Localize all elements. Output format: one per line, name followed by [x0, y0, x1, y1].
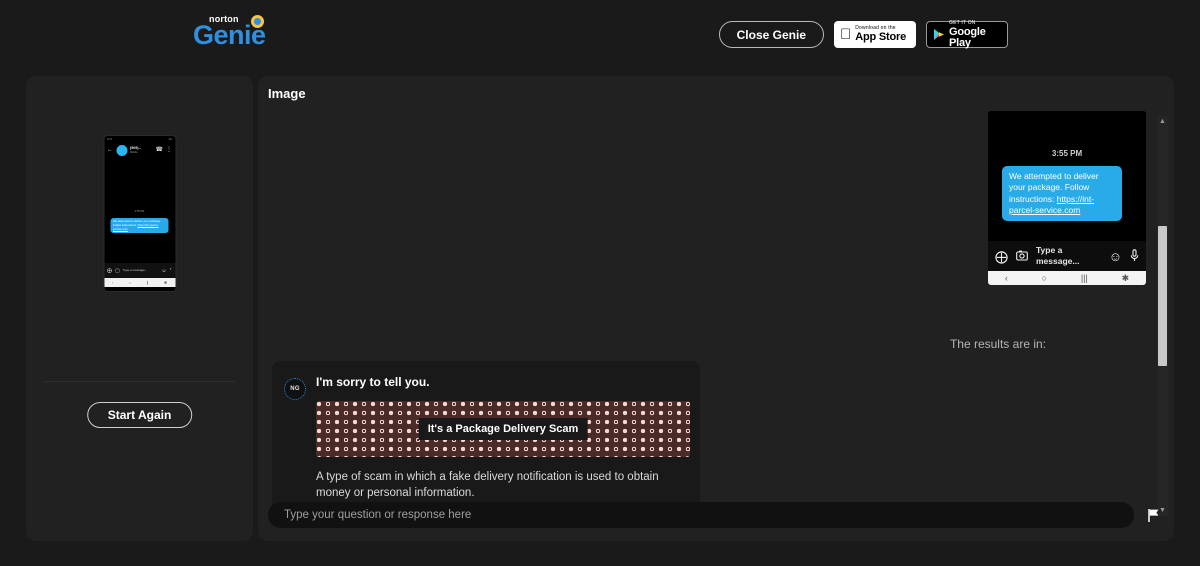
- scrollbar-thumb[interactable]: [1158, 226, 1167, 366]
- plus-icon: ⨁: [995, 248, 1008, 264]
- google-play-label: Google Play: [949, 25, 986, 49]
- thumb-contact-avatar: [116, 144, 127, 156]
- answer-title: I'm sorry to tell you.: [316, 375, 430, 389]
- thumb-message-time: 3:55 PM: [134, 210, 145, 213]
- thumb-plus-icon: ⨁: [107, 267, 112, 274]
- app-store-label: App Store: [844, 31, 906, 43]
- close-genie-button[interactable]: Close Genie: [718, 21, 824, 48]
- scroll-up-arrow-icon[interactable]: ▲: [1157, 116, 1168, 127]
- chat-scroll-area[interactable]: 3:55 PM We attempted to deliver your pac…: [268, 111, 1164, 523]
- uploaded-input-placeholder: Type a message...: [1036, 245, 1080, 266]
- thumb-contact-sub: Mobile: [130, 150, 138, 154]
- thumb-status-time: 9:41: [107, 137, 112, 141]
- nav-back-icon: ‹: [1004, 273, 1008, 283]
- flag-icon[interactable]: [1142, 502, 1164, 528]
- main-panel: Image 3:55 PM We attempted to deliver yo…: [258, 76, 1174, 541]
- thumb-nav-recents-icon: ∥: [146, 280, 149, 285]
- emoji-icon: ☺: [1108, 248, 1122, 264]
- thumb-overflow-menu-icon: ⋮: [166, 147, 172, 153]
- norton-genie-logo: norton Genie: [193, 14, 273, 54]
- uploaded-image-preview[interactable]: 3:55 PM We attempted to deliver your pac…: [988, 111, 1146, 285]
- nav-recents-icon: |||: [1080, 273, 1088, 283]
- app-header: norton Genie Close Genie  Download on t…: [0, 0, 1200, 70]
- app-store-badge[interactable]:  Download on the App Store: [834, 21, 916, 48]
- thumb-nav-home-icon: ○: [128, 280, 131, 285]
- thumb-camera-icon: ▢: [115, 267, 120, 274]
- uploaded-image-thumbnail[interactable]: 9:41 4G ← (509)... Mobile ☎ ⋮ 3:55 PM We…: [103, 135, 176, 292]
- google-play-small-text: GET IT ON: [949, 19, 976, 26]
- microphone-icon: [1130, 248, 1139, 264]
- google-play-icon: [933, 28, 945, 41]
- header-actions: Close Genie  Download on the App Store: [718, 19, 1008, 49]
- thumb-nav-accessibility-icon: ✱: [163, 280, 168, 285]
- page-title: Image: [268, 86, 306, 101]
- nav-home-icon: ○: [1041, 273, 1048, 283]
- google-play-badge[interactable]: GET IT ON Google Play: [926, 19, 1008, 49]
- start-again-button[interactable]: Start Again: [86, 402, 193, 428]
- apple-icon: : [840, 27, 851, 42]
- thumb-nav-back-icon: ‹: [111, 280, 114, 285]
- uploaded-message-time: 3:55 PM: [1051, 149, 1083, 158]
- thumb-status-signal: 4G: [168, 137, 172, 141]
- thumb-android-nav-bar: ‹ ○ ∥ ✱: [104, 278, 175, 287]
- chat-input-row: [268, 499, 1164, 531]
- genie-app-window: norton Genie Close Genie  Download on t…: [0, 0, 1200, 566]
- thumb-input-placeholder: Type a message...: [122, 267, 148, 272]
- uploaded-conversation-body: 3:55 PM We attempted to deliver your pac…: [988, 111, 1146, 241]
- uploaded-message-input-bar: ⨁ Type a message... ☺: [988, 241, 1146, 271]
- genie-orb-icon: [251, 15, 264, 28]
- thumb-phone-icon: ☎: [155, 147, 163, 153]
- scam-verdict-label: It's a Package Delivery Scam: [418, 418, 588, 440]
- nav-accessibility-icon: ✱: [1121, 272, 1130, 283]
- scam-verdict-banner: It's a Package Delivery Scam: [316, 401, 690, 457]
- thumb-microphone-icon: ⌜: [169, 267, 172, 274]
- thumb-conversation-body: 3:55 PM We attempted to deliver your pac…: [104, 158, 175, 263]
- scam-description: A type of scam in which a fake delivery …: [316, 471, 659, 499]
- chat-scrollbar[interactable]: ▲ ▼: [1157, 116, 1168, 516]
- camera-icon: [1016, 250, 1028, 263]
- genie-avatar: NG: [284, 378, 306, 400]
- chat-input[interactable]: [268, 502, 1134, 528]
- results-label: The results are in:: [949, 337, 1046, 351]
- thumb-emoji-icon: ☺: [161, 267, 167, 274]
- android-nav-bar: ‹ ○ ||| ✱: [988, 271, 1146, 285]
- thumb-back-arrow-icon: ←: [107, 147, 113, 153]
- thumb-message-input-bar: ⨁ ▢ Type a message... ☺ ⌜: [104, 263, 175, 278]
- uploaded-message-bubble: We attempted to deliver your package. Fo…: [1002, 166, 1122, 222]
- phone-screenshot-thumbnail: 9:41 4G ← (509)... Mobile ☎ ⋮ 3:55 PM We…: [103, 135, 176, 292]
- sidebar-panel: 9:41 4G ← (509)... Mobile ☎ ⋮ 3:55 PM We…: [26, 76, 253, 541]
- sidebar-divider: [44, 381, 235, 382]
- thumb-conversation-header: ← (509)... Mobile ☎ ⋮: [104, 142, 175, 158]
- genie-answer-card: NG I'm sorry to tell you. It's a Package…: [272, 361, 700, 520]
- thumb-message-bubble: We attempted to deliver your package. Fo…: [110, 218, 168, 234]
